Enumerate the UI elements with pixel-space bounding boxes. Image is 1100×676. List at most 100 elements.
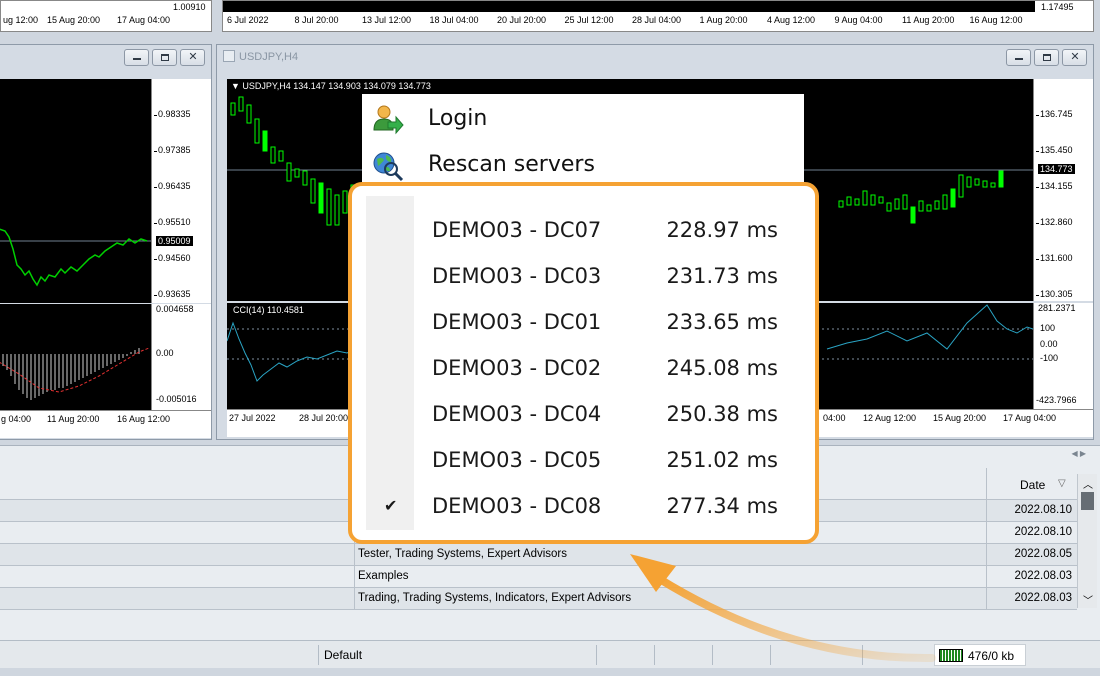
server-ping: 231.73 ms [666,264,778,288]
server-item[interactable]: DEMO03 - DC01 233.65 ms [366,300,802,346]
date-column-header[interactable]: Date [1020,478,1045,492]
server-item[interactable]: DEMO03 - DC03 231.73 ms [366,254,802,300]
server-name: DEMO03 - DC08 [432,494,602,518]
left-window-titlebar[interactable]: ✕ [0,45,211,69]
row-categories: Tester, Trading Systems, Expert Advisors [358,548,567,560]
usdjpy-cci-axis: 281.2371 100 0.00 -100 -423.7966 [1033,303,1093,409]
top-left-date: ug 12:00 [3,15,39,25]
server-item[interactable]: DEMO03 - DC04 250.38 ms [366,392,802,438]
top-right-date-tick: 13 Jul 12:00 [362,15,412,25]
usdjpy-ohlc-info: ▼ USDJPY,H4 134.147 134.903 134.079 134.… [231,81,431,91]
left-indicator-axis: 0.004658 0.00 -0.005016 [151,304,211,410]
connection-status[interactable]: 476/0 kb [934,644,1026,666]
server-list-highlight: DEMO03 - DC07 228.97 ms DEMO03 - DC03 231.7… [348,182,819,544]
tab-scroll-arrows[interactable]: ◀ ▶ [1071,449,1086,458]
left-date-axis: g 04:00 11 Aug 20:00 16 Aug 12:00 [0,410,211,438]
top-right-date-tick: 4 Aug 12:00 [767,15,816,25]
maximize-icon [161,54,169,61]
column-separator [986,468,987,499]
row-date: 2022.08.03 [1014,592,1072,604]
top-right-date-tick: 28 Jul 04:00 [632,15,682,25]
column-separator [986,522,987,543]
left-date-tick: g 04:00 [1,414,32,424]
top-right-date-axis: 6 Jul 2022 8 Jul 20:00 13 Jul 12:00 18 Jul … [227,15,1037,29]
server-name: DEMO03 - DC05 [432,448,602,472]
minimize-button[interactable] [124,49,149,66]
left-price-chart[interactable] [0,79,151,303]
usdjpy-price-tick: 134.155 [1036,181,1073,191]
left-indicator-tick: 0.00 [156,348,174,358]
column-separator [986,566,987,587]
maximize-button[interactable] [152,49,177,66]
usdjpy-date-tick: 28 Jul 20:00 [299,413,349,423]
server-item[interactable]: DEMO03 - DC07 228.97 ms [366,208,802,254]
usdjpy-price-tick: 135.450 [1036,145,1073,155]
minimize-button[interactable] [1006,49,1031,66]
usdjpy-price-axis: 136.745 135.450 134.773 134.155 132.860 … [1033,79,1093,301]
cci-tick: 100 [1040,323,1056,333]
column-separator [354,588,355,609]
menu-label-login: Login [428,106,488,131]
signal-bars-icon [939,649,963,662]
cci-tick: -423.7966 [1036,395,1077,405]
left-date-tick: 11 Aug 20:00 [47,414,100,424]
server-ping: 233.65 ms [666,310,778,334]
top-left-date: 17 Aug 04:00 [117,15,171,25]
column-separator [354,566,355,587]
scroll-down-icon[interactable]: ﹀ [1083,592,1093,607]
maximize-button[interactable] [1034,49,1059,66]
server-item[interactable]: DEMO03 - DC05 251.02 ms [366,438,802,484]
profile-name: Default [324,648,363,662]
usdjpy-price-tick: 131.600 [1036,253,1073,263]
server-list: DEMO03 - DC07 228.97 ms DEMO03 - DC03 231.7… [366,196,802,530]
server-name: DEMO03 - DC07 [432,218,602,242]
top-left-date: 15 Aug 20:00 [47,15,101,25]
usdjpy-date-tick: 15 Aug 20:00 [933,413,987,423]
left-indicator-chart[interactable] [0,304,151,410]
minimize-icon [1015,58,1023,60]
top-right-date-tick: 1 Aug 20:00 [699,15,748,25]
checkmark-icon: ✔ [384,496,398,515]
callout-arrow [630,554,936,663]
server-item[interactable]: DEMO03 - DC02 245.08 ms [366,346,802,392]
column-separator [986,500,987,521]
top-right-chart-edge [223,1,1035,12]
server-item[interactable]: ✔ DEMO03 - DC08 277.34 ms [366,484,802,530]
top-right-date-tick: 6 Jul 2022 [227,15,269,25]
top-right-window-axis: 1.17495 6 Jul 2022 8 Jul 20:00 13 Jul 12:0… [222,0,1094,32]
server-ping: 245.08 ms [666,356,778,380]
row-categories: Trading, Trading Systems, Indicators, Ex… [358,592,632,604]
top-right-date-tick: 16 Aug 12:00 [969,15,1023,25]
scroll-up-icon[interactable]: ︿ [1083,476,1093,491]
row-date: 2022.08.05 [1014,548,1072,560]
left-indicator-tick: 0.004658 [156,304,194,314]
server-ping: 250.38 ms [666,402,778,426]
left-indicator-tick: -0.005016 [156,394,197,404]
row-categories: Examples [358,570,409,582]
row-date: 2022.08.10 [1014,526,1072,538]
close-button[interactable]: ✕ [1062,49,1087,66]
left-chart-window[interactable]: ✕ 0.98335 0.97385 0.96435 0.95510 0.9500… [0,44,212,440]
column-separator [354,544,355,565]
vertical-scrollbar[interactable]: ︿ ﹀ [1077,474,1097,608]
left-price-series [0,228,151,287]
usdjpy-window-titlebar[interactable]: USDJPY,H4 ✕ [217,45,1093,69]
usdjpy-date-tick: 17 Aug 04:00 [1003,413,1057,423]
close-button[interactable]: ✕ [180,49,205,66]
callout-arrow-shaft [654,574,936,663]
row-date: 2022.08.03 [1014,570,1072,582]
left-current-price: 0.95009 [155,235,194,247]
top-left-window-axis: 1.00910 ug 12:00 15 Aug 20:00 17 Aug 04:… [0,0,212,32]
top-right-date-tick: 8 Jul 20:00 [294,15,339,25]
menu-item-login[interactable]: Login [362,96,804,142]
scroll-thumb[interactable] [1081,492,1094,510]
left-price-tick: 0.96435 [154,181,191,191]
top-right-date-tick: 11 Aug 20:00 [902,15,955,25]
connection-context-menu: Login Rescan servers [362,94,804,190]
left-date-tick: 16 Aug 12:00 [117,414,171,424]
server-name: DEMO03 - DC04 [432,402,602,426]
server-ping: 277.34 ms [666,494,778,518]
column-separator [986,588,987,609]
sort-triangle-icon: ▽ [1058,478,1066,489]
login-user-icon [373,105,404,135]
